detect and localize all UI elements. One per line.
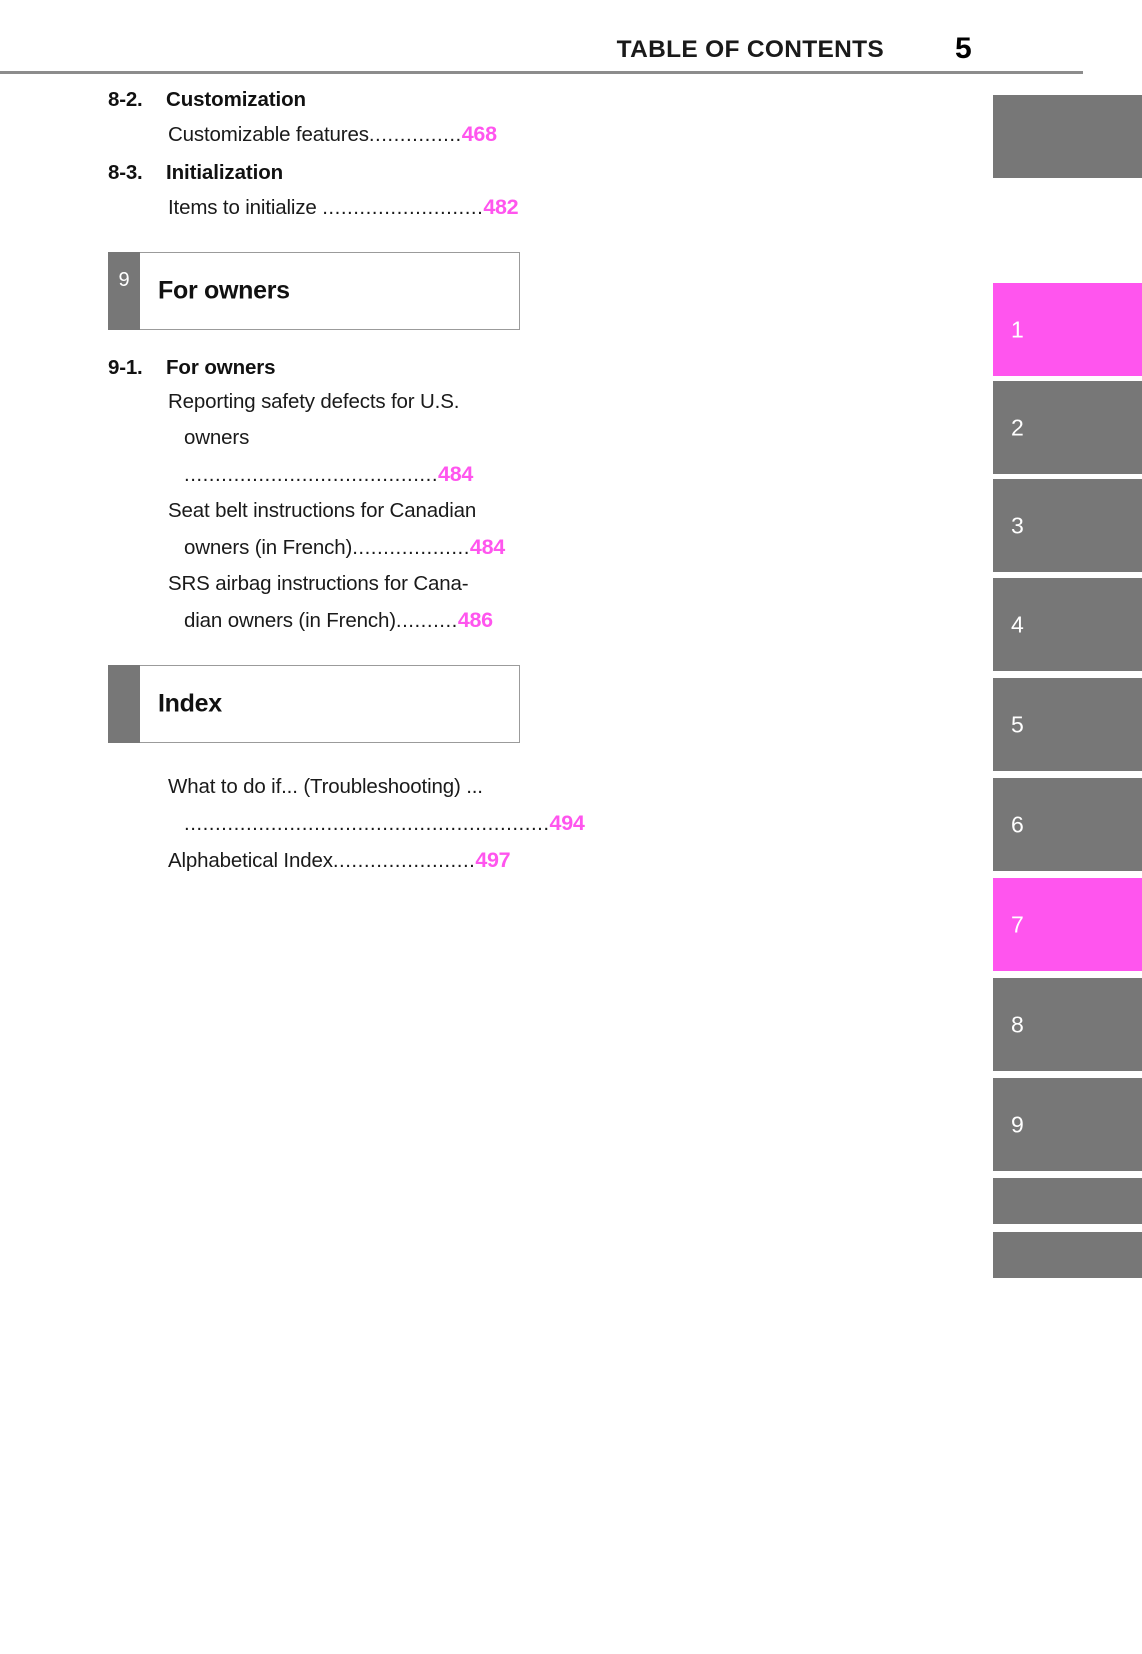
index-tab-6[interactable]: 6: [993, 778, 1142, 871]
chapter-title: For owners: [158, 276, 290, 305]
chapter-banner-for-owners[interactable]: 9 For owners: [108, 252, 520, 330]
entry-page-number: 494: [549, 811, 585, 835]
chapter-number-tab: [108, 665, 140, 743]
entry-text-line2: owners .................................…: [184, 420, 520, 493]
index-tab-7[interactable]: 7: [993, 878, 1142, 971]
section-heading-8-3: 8-3. Initialization: [108, 161, 520, 185]
section-number: 8-3.: [108, 161, 143, 184]
entry-leader-dots: .......................: [332, 849, 476, 872]
toc-entry-reporting-safety-defects[interactable]: Reporting safety defects for U.S. owners…: [168, 384, 520, 493]
entry-leader-dots: ..........: [395, 609, 458, 632]
entry-text-line1: Reporting safety defects for U.S.: [168, 390, 460, 413]
entry-text-line2: owners (in French)...................484: [184, 529, 520, 566]
entry-text-line2: ........................................…: [184, 805, 585, 842]
index-tab-label: 5: [1011, 711, 1024, 737]
toc-entry-what-to-do-if[interactable]: What to do if... (Troubleshooting) ... .…: [168, 769, 585, 842]
section-heading-9-1: 9-1. For owners: [108, 356, 520, 380]
index-tab-label: 1: [1011, 316, 1024, 342]
entry-page-number: 482: [483, 195, 519, 219]
entry-page-number: 468: [461, 122, 497, 146]
index-tab-blank-0[interactable]: [993, 95, 1142, 178]
entry-text: Customizable features: [168, 123, 369, 146]
toc-entry-items-to-initialize[interactable]: Items to initialize ....................…: [168, 189, 520, 226]
index-tab-2[interactable]: 2: [993, 381, 1142, 474]
section-title: Customization: [166, 88, 306, 111]
index-tab-1[interactable]: 1: [993, 283, 1142, 376]
index-tab-label: 9: [1011, 1111, 1024, 1137]
toc-entry-seat-belt-instructions[interactable]: Seat belt instructions for Canadian owne…: [168, 493, 520, 566]
index-tab-3[interactable]: 3: [993, 479, 1142, 572]
entry-text: dian owners (in French): [184, 609, 396, 632]
index-tab-blank-10[interactable]: [993, 1178, 1142, 1224]
entry-text: Alphabetical Index: [168, 849, 333, 872]
entry-leader-dots: ........................................…: [184, 812, 550, 835]
entry-leader-dots: ...................: [352, 536, 470, 559]
index-tab-strip: 1 2 3 4 5 6 7 8 9: [993, 0, 1142, 1654]
index-tab-label: 7: [1011, 911, 1024, 937]
chapter-banner-index[interactable]: Index: [108, 665, 520, 743]
index-tab-4[interactable]: 4: [993, 578, 1142, 671]
chapter-title-box: Index: [140, 665, 520, 743]
section-number: 9-1.: [108, 356, 143, 379]
entry-leader-dots: ........................................…: [184, 463, 439, 486]
header-divider: [0, 71, 1083, 74]
index-tab-9[interactable]: 9: [993, 1078, 1142, 1171]
index-tab-5[interactable]: 5: [993, 678, 1142, 771]
page-number: 5: [955, 32, 972, 65]
index-tab-8[interactable]: 8: [993, 978, 1142, 1071]
index-tab-label: 2: [1011, 414, 1024, 440]
index-tab-label: 4: [1011, 611, 1024, 637]
section-heading-8-2: 8-2. Customization: [108, 88, 520, 112]
page-header: TABLE OF CONTENTS 5: [0, 0, 1142, 74]
entry-text: owners: [184, 426, 250, 449]
entry-text-line2: dian owners (in French)..........486: [184, 602, 520, 639]
chapter-title-box: For owners: [140, 252, 520, 330]
entry-text: Items to initialize: [168, 196, 323, 219]
chapter-title: Index: [158, 689, 222, 718]
entry-page-number: 484: [469, 535, 505, 559]
index-tab-blank-11[interactable]: [993, 1232, 1142, 1278]
section-title: For owners: [166, 356, 276, 379]
entry-text-line1: Seat belt instructions for Canadian: [168, 499, 477, 522]
index-tab-label: 3: [1011, 512, 1024, 538]
toc-entry-customizable-features[interactable]: Customizable features...............468: [168, 116, 520, 153]
entry-leader-dots: ...............: [368, 123, 462, 146]
toc-entry-srs-airbag-instructions[interactable]: SRS airbag instructions for Cana- dian o…: [168, 566, 520, 639]
entry-text-line1: SRS airbag instructions for Cana-: [168, 572, 469, 595]
entry-leader-dots: ..........................: [322, 196, 484, 219]
index-tab-label: 8: [1011, 1011, 1024, 1037]
chapter-number: 9: [118, 269, 130, 291]
chapter-number-tab: 9: [108, 252, 140, 330]
entry-text-line1: What to do if... (Troubleshooting) ...: [168, 775, 483, 798]
toc-content: 8-2. Customization Customizable features…: [108, 88, 585, 879]
section-number: 8-2.: [108, 88, 143, 111]
section-title: Initialization: [166, 161, 284, 184]
entry-text: owners (in French): [184, 536, 353, 559]
entry-page-number: 486: [457, 608, 493, 632]
index-tab-label: 6: [1011, 811, 1024, 837]
page-title: TABLE OF CONTENTS: [616, 36, 884, 63]
toc-entry-alphabetical-index[interactable]: Alphabetical Index......................…: [168, 842, 520, 879]
entry-page-number: 484: [438, 462, 474, 486]
entry-page-number: 497: [475, 848, 511, 872]
